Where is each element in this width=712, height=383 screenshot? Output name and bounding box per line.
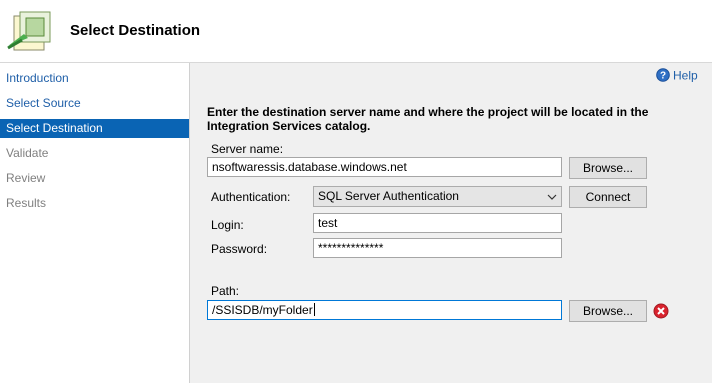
authentication-label: Authentication:: [211, 190, 291, 204]
error-icon[interactable]: [653, 303, 669, 322]
password-input[interactable]: **************: [313, 238, 562, 258]
nav-item-validate: Validate: [6, 146, 49, 160]
login-input[interactable]: test: [313, 213, 562, 233]
help-label: Help: [673, 68, 698, 83]
text-cursor: [313, 303, 315, 316]
authentication-select[interactable]: SQL Server Authentication: [313, 186, 562, 207]
nav-item-select-destination[interactable]: Select Destination: [0, 119, 189, 138]
nav-item-results: Results: [6, 196, 47, 210]
connect-button[interactable]: Connect: [569, 186, 647, 208]
wizard-icon: [6, 8, 54, 56]
svg-text:?: ?: [660, 71, 666, 82]
server-name-input[interactable]: nsoftwaressis.database.windows.net: [207, 157, 562, 177]
authentication-value: SQL Server Authentication: [318, 189, 459, 203]
help-link[interactable]: ? Help: [656, 68, 698, 85]
login-label: Login:: [211, 218, 244, 232]
nav-item-select-source[interactable]: Select Source: [0, 94, 189, 113]
path-label: Path:: [211, 284, 240, 298]
main-panel: ? Help Enter the destination server name…: [190, 63, 712, 383]
server-name-label: Server name:: [211, 142, 284, 156]
nav-item-introduction[interactable]: Introduction: [0, 69, 189, 88]
wizard-header: Select Destination: [0, 0, 712, 63]
instruction-text: Enter the destination server name and wh…: [207, 105, 649, 133]
password-label: Password:: [211, 242, 268, 256]
wizard-nav: Introduction Select Source Select Destin…: [0, 63, 190, 383]
chevron-down-icon: [547, 191, 557, 206]
path-browse-button[interactable]: Browse...: [569, 300, 647, 322]
help-icon: ?: [656, 68, 670, 85]
server-browse-button[interactable]: Browse...: [569, 157, 647, 179]
path-value: /SSISDB/myFolder: [212, 303, 313, 317]
page-title: Select Destination: [70, 22, 201, 39]
nav-item-review: Review: [6, 171, 46, 185]
path-input[interactable]: /SSISDB/myFolder: [207, 300, 562, 320]
